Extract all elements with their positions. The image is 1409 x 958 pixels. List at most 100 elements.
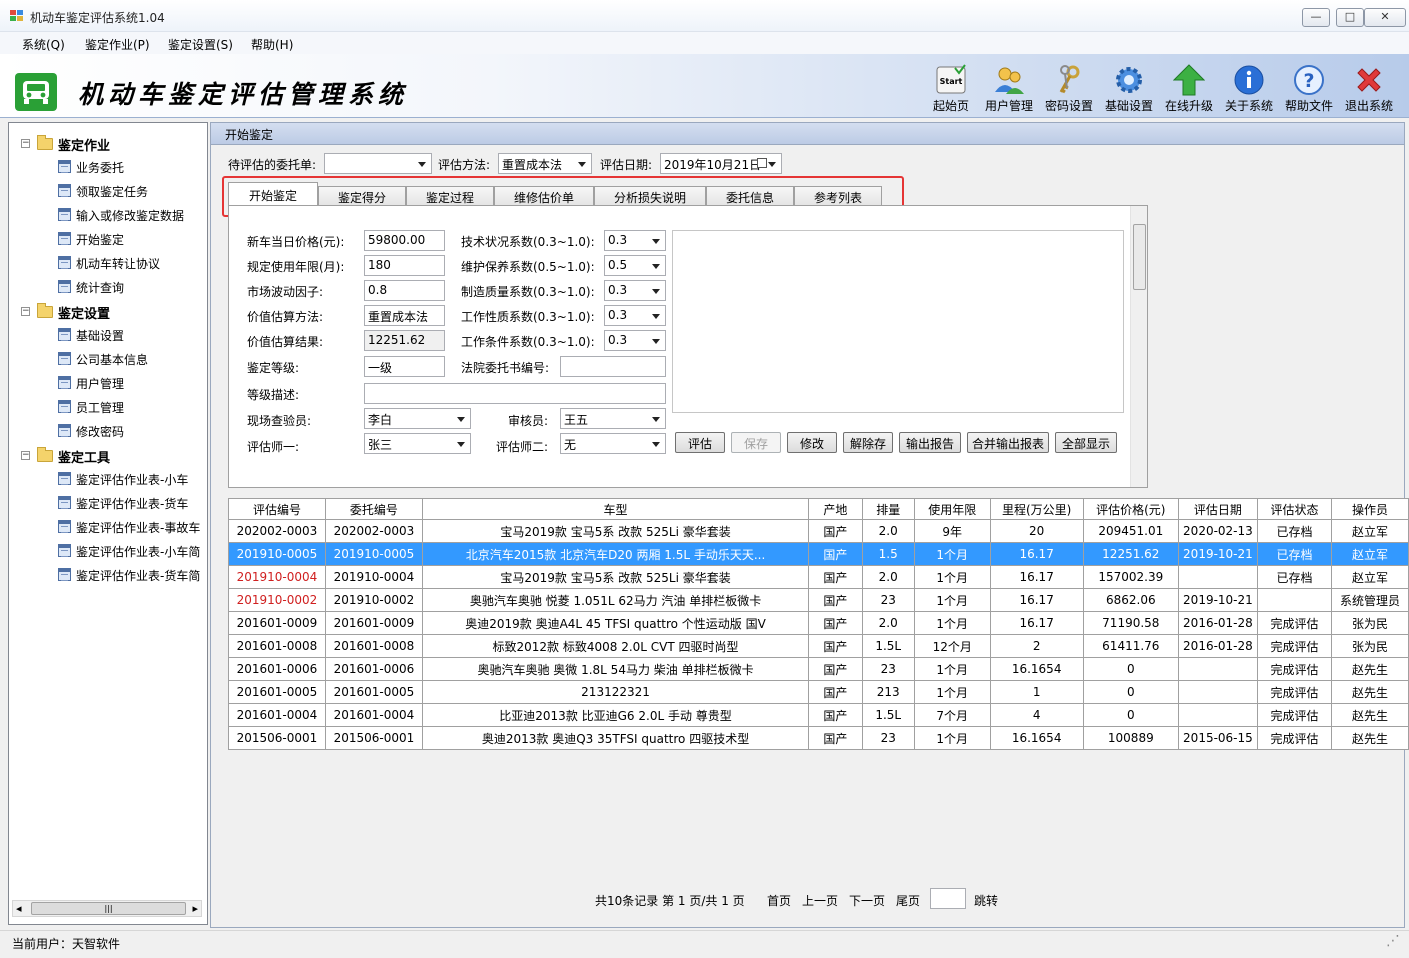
table-header-entrust-no[interactable]: 委托编号 [324, 498, 423, 520]
table-header-mileage[interactable]: 里程(万公里) [989, 498, 1084, 520]
first-page-link[interactable]: 首页 [767, 892, 791, 909]
notes-textarea[interactable] [672, 230, 1124, 413]
table-row[interactable]: 201601-0008 201601-0008 标致2012款 标致4008 2.0… [228, 634, 1409, 658]
export-report-button[interactable]: 输出报告 [899, 432, 961, 453]
show-all-button[interactable]: 全部显示 [1055, 432, 1117, 453]
tech-coef-select[interactable]: 0.3 [604, 230, 666, 251]
table-row[interactable]: 201601-0009 201601-0009 奥迪2019款 奥迪A4L 45 T… [228, 611, 1409, 635]
next-page-link[interactable]: 下一页 [849, 892, 885, 909]
tree-item-start-appraisal[interactable]: 开始鉴定 [76, 231, 124, 248]
menu-help[interactable]: 帮助(H) [251, 36, 293, 53]
minimize-button[interactable]: — [1302, 8, 1330, 27]
table-row[interactable]: 201910-0004 201910-0004 宝马2019款 宝马5系 改款 52… [228, 565, 1409, 589]
table-header-status[interactable]: 评估状态 [1256, 498, 1333, 520]
prev-page-link[interactable]: 上一页 [802, 892, 838, 909]
toolbar-about[interactable]: 关于系统 [1219, 64, 1279, 114]
tree-item-business-entrust[interactable]: 业务委托 [76, 159, 124, 176]
table-row[interactable]: 201601-0005 201601-0005 213122321 国产 213 1个月 1… [228, 680, 1409, 704]
grade-input[interactable]: 一级 [364, 356, 445, 377]
tree-expander[interactable]: − [21, 451, 30, 460]
table-header-price[interactable]: 评估价格(元) [1082, 498, 1179, 520]
tree-item-company-info[interactable]: 公司基本信息 [76, 351, 148, 368]
life-input[interactable]: 180 [364, 255, 445, 276]
tree-item-sheet-car[interactable]: 鉴定评估作业表-小车 [76, 471, 188, 488]
close-button[interactable]: ✕ [1364, 8, 1406, 27]
maint-coef-select[interactable]: 0.5 [604, 255, 666, 276]
date-picker[interactable]: 2019年10月21日 [660, 153, 782, 174]
calendar-icon[interactable] [757, 158, 767, 168]
tree-item-user-management[interactable]: 用户管理 [76, 375, 124, 392]
tree-item-edit-data[interactable]: 输入或修改鉴定数据 [76, 207, 184, 224]
table-header-appraisal-no[interactable]: 评估编号 [228, 498, 326, 520]
tree-item-sheet-car-simple[interactable]: 鉴定评估作业表-小车简 [76, 543, 200, 560]
resize-grip-icon[interactable]: ⋰ [1386, 933, 1400, 949]
table-header-operator[interactable]: 操作员 [1331, 498, 1409, 520]
toolbar-user-management[interactable]: 用户管理 [979, 64, 1039, 114]
tree-expander[interactable]: − [21, 139, 30, 148]
toolbar-password-settings[interactable]: 密码设置 [1039, 64, 1099, 114]
assessor1-select[interactable]: 张三 [364, 433, 471, 454]
court-no-input[interactable] [560, 356, 666, 377]
tree-group-appraisal-work[interactable]: 鉴定作业 [58, 135, 110, 154]
tree-item-statistics[interactable]: 统计查询 [76, 279, 124, 296]
table-header-date[interactable]: 评估日期 [1177, 498, 1258, 520]
last-page-link[interactable]: 尾页 [896, 892, 920, 909]
table-cell-operator: 赵先生 [1331, 703, 1409, 727]
toolbar-online-upgrade[interactable]: 在线升级 [1159, 64, 1219, 114]
save-button[interactable]: 保存 [731, 432, 781, 453]
market-input[interactable]: 0.8 [364, 280, 445, 301]
merge-export-button[interactable]: 合并输出报表 [967, 432, 1049, 453]
tree-group-appraisal-settings[interactable]: 鉴定设置 [58, 303, 110, 322]
quality-coef-select[interactable]: 0.3 [604, 280, 666, 301]
new-price-input[interactable]: 59800.00 [364, 230, 445, 251]
maximize-button[interactable]: □ [1336, 8, 1364, 27]
table-row[interactable]: 201506-0001 201506-0001 奥迪2013款 奥迪Q3 35TFS… [228, 726, 1409, 750]
table-row[interactable]: 201601-0004 201601-0004 比亚迪2013款 比亚迪G6 2.0… [228, 703, 1409, 727]
table-row[interactable]: 201601-0006 201601-0006 奥驰汽车奥驰 奥微 1.8L 54马… [228, 657, 1409, 681]
calc-method-input[interactable]: 重置成本法 [364, 305, 445, 326]
scroll-left-icon[interactable]: ◂ [16, 902, 22, 915]
scroll-thumb[interactable] [1133, 224, 1146, 290]
tree-horizontal-scrollbar[interactable]: ◂ ||| ▸ [12, 900, 202, 917]
menu-appraisal-settings[interactable]: 鉴定设置(S) [168, 36, 233, 53]
reviewer-select[interactable]: 王五 [560, 408, 666, 429]
table-header-displacement[interactable]: 排量 [861, 498, 915, 520]
tree-item-basic-settings[interactable]: 基础设置 [76, 327, 124, 344]
toolbar-start-page[interactable]: Start 起始页 [921, 64, 981, 114]
toolbar-basic-settings[interactable]: 基础设置 [1099, 64, 1159, 114]
table-row[interactable]: 201910-0005 201910-0005 北京汽车2015款 北京汽车D20 … [228, 542, 1409, 566]
form-vertical-scrollbar[interactable] [1130, 206, 1147, 487]
toolbar-help-file[interactable]: ? 帮助文件 [1279, 64, 1339, 114]
tree-item-change-password[interactable]: 修改密码 [76, 423, 124, 440]
work-cond-coef-select[interactable]: 0.3 [604, 330, 666, 351]
inspector-select[interactable]: 李白 [364, 408, 471, 429]
tree-group-appraisal-tools[interactable]: 鉴定工具 [58, 447, 110, 466]
method-select[interactable]: 重置成本法 [498, 153, 592, 174]
toolbar-exit-system[interactable]: 退出系统 [1339, 64, 1399, 114]
table-row[interactable]: 201910-0002 201910-0002 奥驰汽车奥驰 悦菱 1.051L 6… [228, 588, 1409, 612]
unarchive-button[interactable]: 解除存 [843, 432, 893, 453]
assessor2-select[interactable]: 无 [560, 433, 666, 454]
tree-item-take-task[interactable]: 领取鉴定任务 [76, 183, 148, 200]
table-header-model[interactable]: 车型 [421, 498, 810, 520]
tree-item-transfer-agreement[interactable]: 机动车转让协议 [76, 255, 160, 272]
tree-item-staff-management[interactable]: 员工管理 [76, 399, 124, 416]
tree-item-sheet-truck[interactable]: 鉴定评估作业表-货车 [76, 495, 188, 512]
evaluate-button[interactable]: 评估 [675, 432, 725, 453]
work-nature-coef-select[interactable]: 0.3 [604, 305, 666, 326]
scroll-thumb[interactable]: ||| [31, 902, 186, 915]
table-row[interactable]: 202002-0003 202002-0003 宝马2019款 宝马5系 改款 52… [228, 519, 1409, 543]
scroll-right-icon[interactable]: ▸ [192, 902, 198, 915]
tree-item-sheet-truck-simple[interactable]: 鉴定评估作业表-货车简 [76, 567, 200, 584]
entrust-select[interactable] [324, 153, 432, 174]
modify-button[interactable]: 修改 [787, 432, 837, 453]
grade-desc-input[interactable] [364, 383, 666, 404]
tree-expander[interactable]: − [21, 307, 30, 316]
menu-system[interactable]: 系统(Q) [22, 36, 65, 53]
table-header-origin[interactable]: 产地 [808, 498, 863, 520]
goto-page-link[interactable]: 跳转 [974, 892, 998, 909]
table-header-years[interactable]: 使用年限 [913, 498, 991, 520]
page-number-input[interactable] [930, 888, 966, 909]
tree-item-sheet-accident[interactable]: 鉴定评估作业表-事故车 [76, 519, 200, 536]
menu-appraisal-work[interactable]: 鉴定作业(P) [85, 36, 150, 53]
